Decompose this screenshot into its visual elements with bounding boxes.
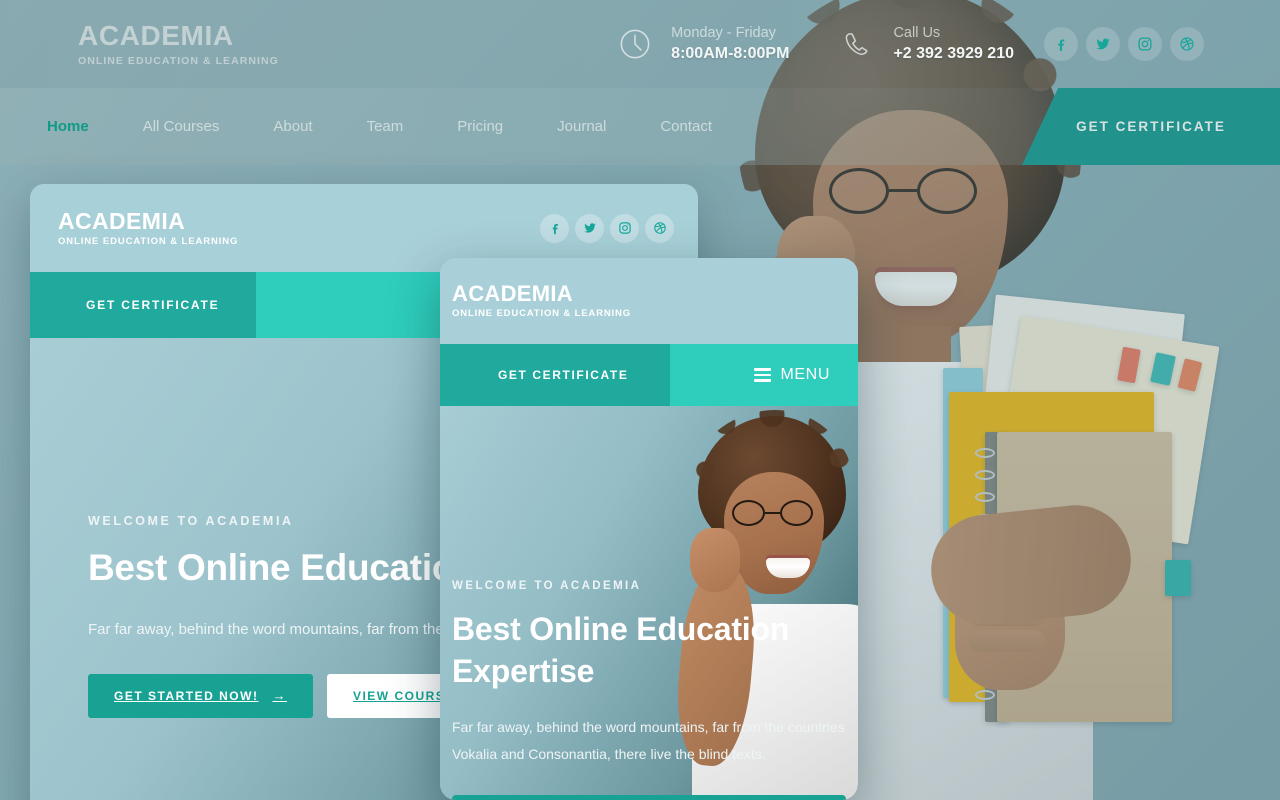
nav-item-team[interactable]: Team xyxy=(340,118,431,135)
phone-logo[interactable]: ACADEMIA ONLINE EDUCATION & LEARNING xyxy=(452,281,631,320)
tablet-get-certificate-button[interactable]: GET CERTIFICATE xyxy=(30,272,256,338)
main-navigation: Home All Courses About Team Pricing Jour… xyxy=(0,88,1280,165)
nav-item-pricing[interactable]: Pricing xyxy=(430,118,530,135)
phone-get-started-button[interactable]: GET STARTED NOW! → xyxy=(452,794,846,800)
phone-logo-name: ACADEMIA xyxy=(452,281,573,306)
phone-navbar: GET CERTIFICATE MENU xyxy=(440,344,858,406)
phone-hero-title: Best Online Education Expertise xyxy=(452,611,790,689)
instagram-icon[interactable] xyxy=(1128,27,1162,61)
top-bar-info-group: Monday - Friday 8:00AM-8:00PM Call Us +2… xyxy=(615,24,1014,64)
phone-menu-button[interactable]: MENU xyxy=(754,365,830,385)
call-number: +2 392 3929 210 xyxy=(893,44,1014,62)
hours-label: Monday - Friday xyxy=(671,24,776,41)
logo-tagline: ONLINE EDUCATION & LEARNING xyxy=(78,54,279,67)
phone-mockup: ACADEMIA ONLINE EDUCATION & LEARNING GET… xyxy=(440,258,858,800)
phone-menu-label: MENU xyxy=(780,366,830,383)
tablet-logo[interactable]: ACADEMIA ONLINE EDUCATION & LEARNING xyxy=(58,207,239,247)
phone-get-certificate-button[interactable]: GET CERTIFICATE xyxy=(440,344,670,406)
clock-icon xyxy=(615,24,655,64)
phone-hero-content: WELCOME TO ACADEMIA Best Online Educatio… xyxy=(452,580,858,800)
opening-hours: Monday - Friday 8:00AM-8:00PM xyxy=(615,24,789,64)
tablet-get-started-label: GET STARTED NOW! xyxy=(114,688,259,703)
twitter-icon[interactable] xyxy=(575,213,604,243)
tablet-logo-name: ACADEMIA xyxy=(58,207,186,234)
facebook-icon[interactable] xyxy=(540,213,569,243)
nav-item-home[interactable]: Home xyxy=(20,118,116,135)
tablet-logo-tagline: ONLINE EDUCATION & LEARNING xyxy=(58,235,239,247)
glasses-icon xyxy=(728,500,824,526)
phone-logo-tagline: ONLINE EDUCATION & LEARNING xyxy=(452,308,631,319)
hours-value: 8:00AM-8:00PM xyxy=(671,44,790,62)
twitter-icon[interactable] xyxy=(1086,27,1120,61)
phone-hero-buttons: GET STARTED NOW! → VIEW COURSE → xyxy=(452,794,846,800)
dribbble-icon[interactable] xyxy=(645,213,674,243)
tablet-get-started-button[interactable]: GET STARTED NOW! → xyxy=(88,673,313,718)
phone-hero-body: Far far away, behind the word mountains,… xyxy=(452,719,845,763)
logo-name: ACADEMIA xyxy=(78,19,234,51)
phone-icon xyxy=(837,24,877,64)
get-certificate-button[interactable]: GET CERTIFICATE xyxy=(1022,88,1280,165)
social-links xyxy=(1044,27,1204,61)
nav-links: Home All Courses About Team Pricing Jour… xyxy=(20,118,739,135)
call-us: Call Us +2 392 3929 210 xyxy=(837,24,1014,64)
nav-item-journal[interactable]: Journal xyxy=(530,118,633,135)
top-bar: ACADEMIA ONLINE EDUCATION & LEARNING Mon… xyxy=(0,0,1280,88)
dribbble-icon[interactable] xyxy=(1170,27,1204,61)
site-logo[interactable]: ACADEMIA ONLINE EDUCATION & LEARNING xyxy=(78,19,279,67)
hamburger-menu-icon xyxy=(754,365,772,385)
call-label: Call Us xyxy=(893,24,941,41)
nav-item-contact[interactable]: Contact xyxy=(633,118,739,135)
facebook-icon[interactable] xyxy=(1044,27,1078,61)
nav-item-about[interactable]: About xyxy=(246,118,339,135)
tablet-social-links xyxy=(540,213,674,243)
instagram-icon[interactable] xyxy=(610,213,639,243)
nav-item-all-courses[interactable]: All Courses xyxy=(116,118,247,135)
arrow-right-icon: → xyxy=(272,688,287,704)
phone-header: ACADEMIA ONLINE EDUCATION & LEARNING xyxy=(440,258,858,344)
phone-hero-eyebrow: WELCOME TO ACADEMIA xyxy=(452,580,642,592)
